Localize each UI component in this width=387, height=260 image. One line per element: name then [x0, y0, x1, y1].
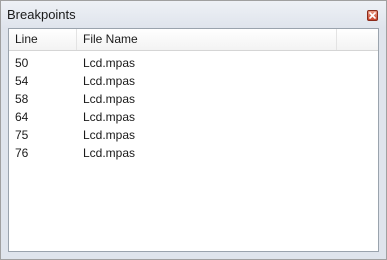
table-row[interactable]: 75 Lcd.mpas	[9, 126, 378, 144]
table-row[interactable]: 50 Lcd.mpas	[9, 54, 378, 72]
close-icon	[369, 12, 376, 19]
table-row[interactable]: 76 Lcd.mpas	[9, 144, 378, 162]
table-row[interactable]: 54 Lcd.mpas	[9, 72, 378, 90]
breakpoint-rows: 50 Lcd.mpas 54 Lcd.mpas 58 Lcd.mpas 64 L…	[9, 54, 378, 162]
line-cell: 64	[15, 110, 29, 124]
column-header-file-name[interactable]: File Name	[77, 29, 337, 50]
file-name-cell: Lcd.mpas	[83, 146, 136, 160]
line-cell: 75	[15, 128, 29, 142]
table-row[interactable]: 64 Lcd.mpas	[9, 108, 378, 126]
line-cell: 50	[15, 56, 29, 70]
line-cell: 54	[15, 74, 29, 88]
column-header-empty[interactable]	[337, 29, 378, 50]
file-name-cell: Lcd.mpas	[83, 56, 136, 70]
file-name-cell: Lcd.mpas	[83, 74, 136, 88]
column-header-line[interactable]: Line	[9, 29, 77, 50]
line-cell: 76	[15, 146, 29, 160]
file-name-cell: Lcd.mpas	[83, 128, 136, 142]
close-button[interactable]	[367, 10, 378, 21]
column-header-row: Line File Name	[9, 29, 378, 51]
title-bar[interactable]: Breakpoints	[1, 1, 386, 28]
table-row[interactable]: 58 Lcd.mpas	[9, 90, 378, 108]
line-cell: 58	[15, 92, 29, 106]
breakpoints-window: Breakpoints Line File Name 50 Lcd.mpas 5…	[0, 0, 387, 260]
file-name-cell: Lcd.mpas	[83, 110, 136, 124]
window-title: Breakpoints	[7, 7, 76, 22]
file-name-cell: Lcd.mpas	[83, 92, 136, 106]
breakpoints-list[interactable]: Line File Name 50 Lcd.mpas 54 Lcd.mpas 5…	[8, 28, 379, 252]
